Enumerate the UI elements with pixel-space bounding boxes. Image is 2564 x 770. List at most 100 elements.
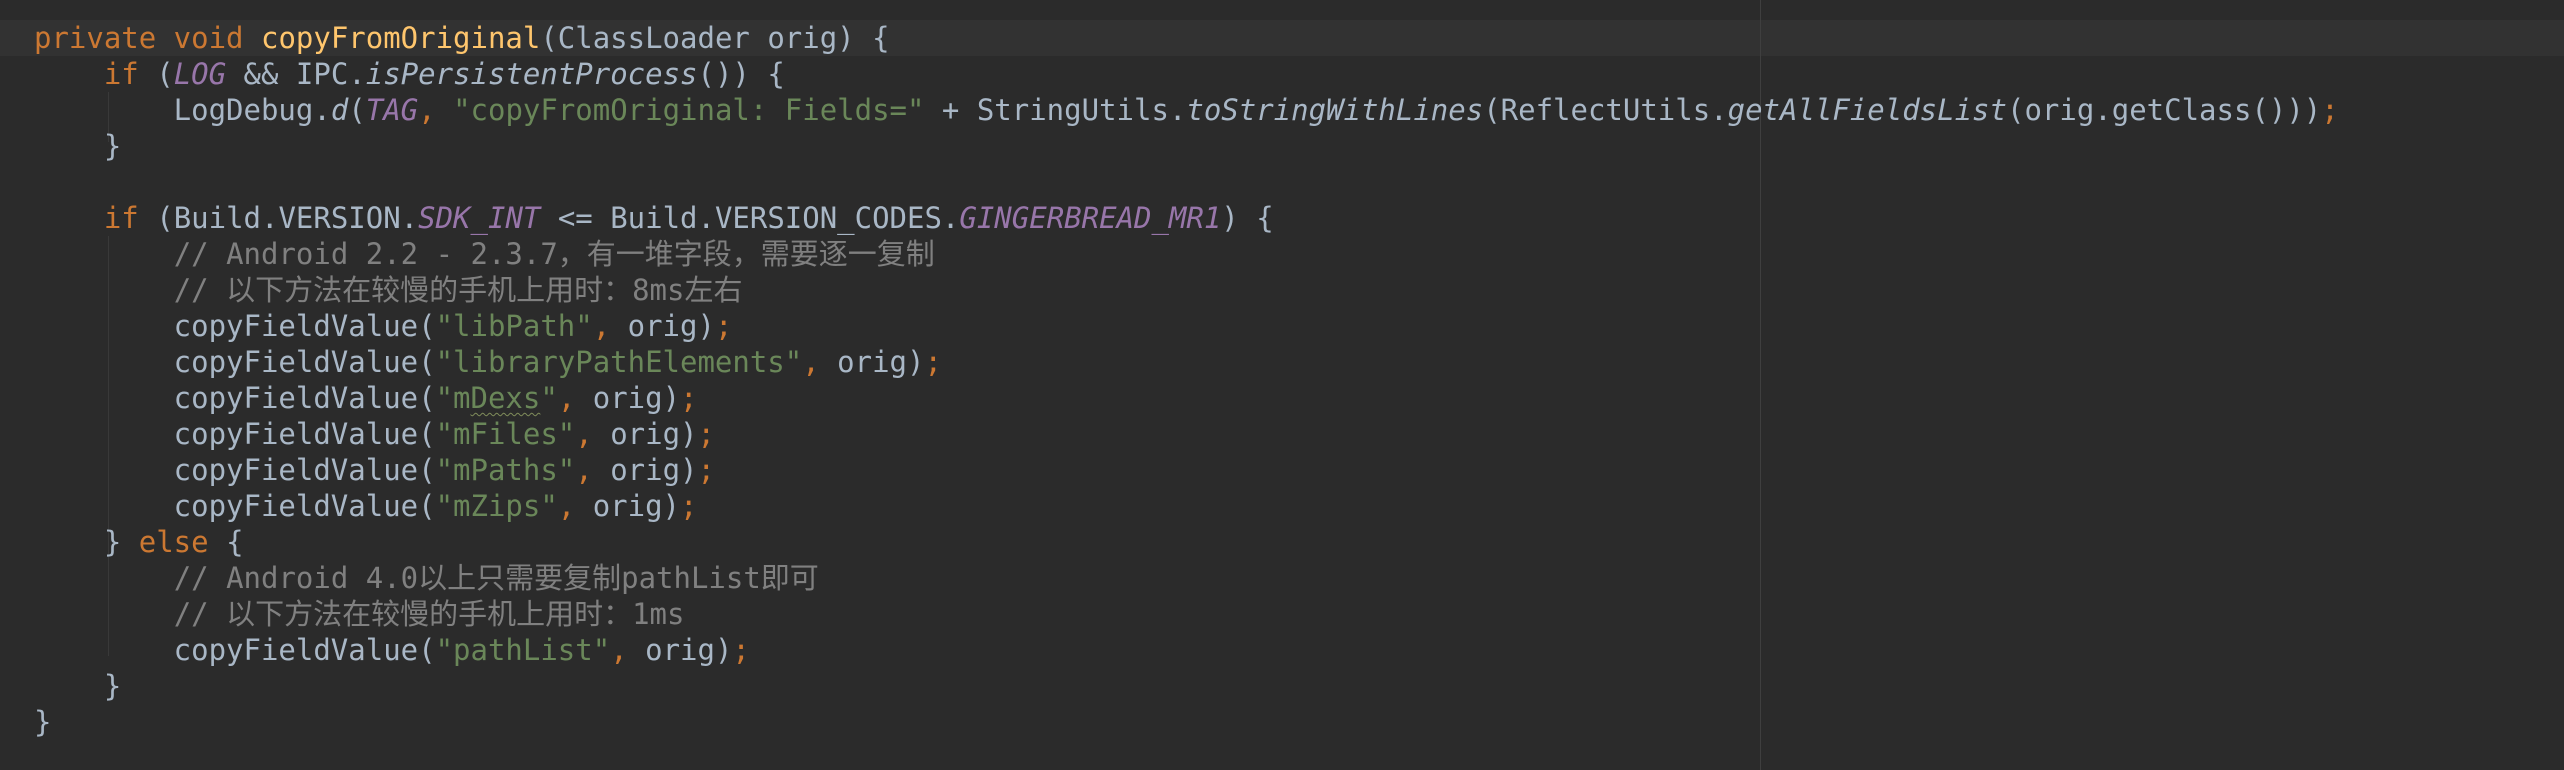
code-token: d	[330, 93, 349, 127]
code-token: toStringWithLines	[1186, 93, 1484, 127]
code-token: "mFiles"	[435, 417, 576, 451]
code-token: ,	[557, 381, 593, 415]
code-token: if	[103, 57, 157, 91]
code-token: orig)	[645, 633, 733, 667]
code-token: && IPC.	[226, 57, 366, 91]
code-token: "mZips"	[435, 489, 558, 523]
code-token: TAG	[365, 93, 419, 127]
code-token: (Build.VERSION.	[156, 201, 419, 235]
code-token: ;	[680, 489, 698, 523]
code-token: LOG	[173, 57, 227, 91]
code-token: copyFieldValue(	[34, 309, 436, 343]
code-token: }	[34, 669, 122, 703]
code-line[interactable]: copyFieldValue("mFiles", orig);	[34, 416, 715, 452]
code-token: isPersistentProcess	[365, 57, 698, 91]
code-token: getAllFieldsList	[1727, 93, 2007, 127]
code-line[interactable]: copyFieldValue("libraryPathElements", or…	[34, 344, 942, 380]
code-token: }	[34, 129, 122, 163]
code-token: // Android 2.2 - 2.3.7，有一堆字段，需要逐一复制	[173, 237, 935, 271]
code-token: // 以下方法在较慢的手机上用时：1ms	[173, 597, 685, 631]
code-token: (orig.getClass()))	[2006, 93, 2322, 127]
code-line[interactable]: }	[34, 668, 121, 704]
code-token: (ClassLoader orig) {	[540, 21, 890, 55]
code-token: }	[34, 525, 139, 559]
code-token: "copyFromOriginal: Fields="	[453, 93, 925, 127]
code-token: orig)	[592, 381, 681, 415]
code-token: ,	[575, 417, 611, 451]
code-token: {	[226, 525, 244, 559]
code-line[interactable]: }	[34, 704, 51, 740]
code-token: (	[348, 93, 366, 127]
code-token: // 以下方法在较慢的手机上用时：8ms左右	[173, 273, 743, 307]
code-token: ,	[418, 93, 454, 127]
code-token: LogDebug.	[34, 93, 331, 127]
code-token: ,	[575, 453, 611, 487]
code-token: "m	[435, 381, 471, 415]
code-token: orig)	[610, 417, 698, 451]
code-line[interactable]: if (Build.VERSION.SDK_INT <= Build.VERSI…	[34, 200, 1274, 236]
code-token: "pathList"	[435, 633, 611, 667]
code-line[interactable]: // Android 4.0以上只需要复制pathList即可	[34, 560, 819, 596]
code-token: "libPath"	[435, 309, 593, 343]
code-token: "mPaths"	[435, 453, 576, 487]
code-token: orig)	[627, 309, 715, 343]
code-token: + StringUtils.	[924, 93, 1187, 127]
code-line[interactable]: copyFieldValue("mDexs", orig);	[34, 380, 698, 416]
code-token: ,	[802, 345, 838, 379]
code-line[interactable]: copyFieldValue("mZips", orig);	[34, 488, 698, 524]
code-token: orig)	[592, 489, 681, 523]
code-token: ;	[680, 381, 698, 415]
code-token: ,	[557, 489, 593, 523]
code-token: }	[34, 705, 52, 739]
code-line[interactable]: copyFieldValue("pathList", orig);	[34, 632, 750, 668]
code-token: GINGERBREAD_MR1	[959, 201, 1222, 235]
code-token: orig)	[837, 345, 925, 379]
code-token: <= Build.VERSION_CODES.	[540, 201, 960, 235]
code-token: copyFromOriginal	[260, 21, 541, 55]
code-token: // Android 4.0以上只需要复制pathList即可	[173, 561, 819, 595]
code-line[interactable]: // 以下方法在较慢的手机上用时：8ms左右	[34, 272, 743, 308]
code-line[interactable]: copyFieldValue("libPath", orig);	[34, 308, 733, 344]
code-token: "	[540, 381, 558, 415]
code-token: ;	[697, 417, 715, 451]
code-editor[interactable]: private void copyFromOriginal(ClassLoade…	[0, 0, 2564, 770]
code-line[interactable]: if (LOG && IPC.isPersistentProcess()) {	[34, 56, 785, 92]
code-token: (ReflectUtils.	[1483, 93, 1728, 127]
code-line[interactable]: }	[34, 128, 121, 164]
code-token: ;	[732, 633, 750, 667]
code-token: copyFieldValue(	[34, 345, 436, 379]
code-line[interactable]: // Android 2.2 - 2.3.7，有一堆字段，需要逐一复制	[34, 236, 935, 272]
code-token: ;	[924, 345, 942, 379]
code-line[interactable]: } else {	[34, 524, 244, 560]
code-token: Dexs	[470, 381, 541, 415]
code-token: ) {	[1221, 201, 1274, 235]
code-token: ;	[697, 453, 715, 487]
code-line[interactable]: private void copyFromOriginal(ClassLoade…	[34, 20, 890, 56]
code-token: ,	[610, 633, 646, 667]
code-line[interactable]: // 以下方法在较慢的手机上用时：1ms	[34, 596, 685, 632]
code-token: ()) {	[697, 57, 785, 91]
code-token: copyFieldValue(	[34, 381, 436, 415]
code-token: private void	[34, 21, 261, 55]
code-token: ;	[2321, 93, 2339, 127]
code-token: copyFieldValue(	[34, 417, 436, 451]
code-token: "libraryPathElements"	[435, 345, 803, 379]
code-token: ,	[592, 309, 628, 343]
code-token: copyFieldValue(	[34, 453, 436, 487]
code-token: copyFieldValue(	[34, 633, 436, 667]
code-token: orig)	[610, 453, 698, 487]
code-token: copyFieldValue(	[34, 489, 436, 523]
code-token: (	[156, 57, 174, 91]
code-line[interactable]: copyFieldValue("mPaths", orig);	[34, 452, 715, 488]
code-token: ;	[714, 309, 733, 343]
code-token: if	[103, 201, 157, 235]
code-token: SDK_INT	[418, 201, 541, 235]
code-line[interactable]: LogDebug.d(TAG, "copyFromOriginal: Field…	[34, 92, 2339, 128]
code-token: else	[138, 525, 227, 559]
